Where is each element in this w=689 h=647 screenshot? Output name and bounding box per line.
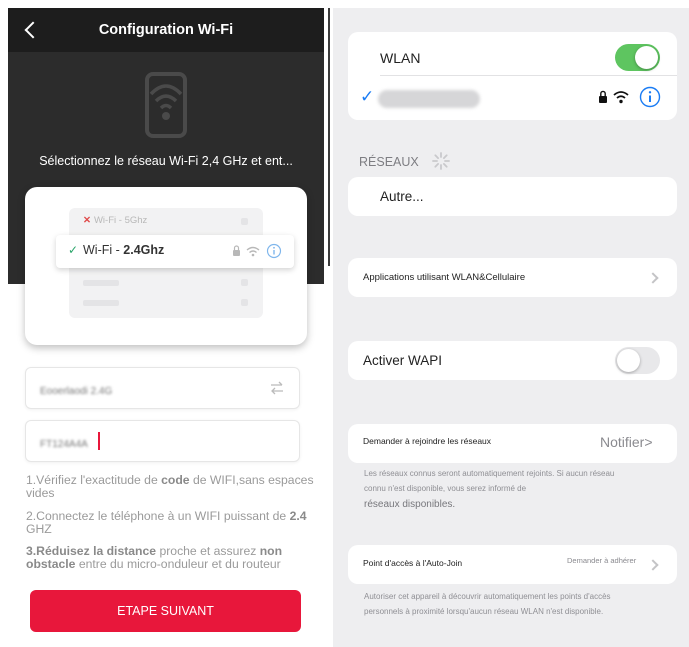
- instruction-3: 3.Réduisez la distance proche et assurez…: [26, 545, 316, 571]
- chevron-right-icon: [647, 559, 659, 571]
- ask-join-label: Demander à rejoindre les réseaux: [363, 436, 492, 446]
- wifi-config-screen: Configuration Wi-Fi Sélectionnez le rése…: [8, 8, 324, 640]
- lock-icon: [599, 90, 607, 103]
- ssid-value-text: Eooerlaodi 2.4G: [40, 386, 113, 397]
- ssid-value: Eooerlaodi 2.4G: [40, 381, 124, 397]
- ask-join-row[interactable]: Demander à rejoindre les réseaux Notifie…: [348, 424, 677, 463]
- instruction-1-bold: code: [161, 473, 190, 487]
- wifi-5ghz-label: Wi-Fi - 5Ghz: [93, 215, 148, 226]
- instruction-2-num: 2.: [26, 509, 37, 523]
- text-cursor: [98, 432, 100, 450]
- autojoin-label: Point d'accès à l'Auto-Join: [363, 558, 463, 568]
- wifi-5ghz-row: ✕ Wi-Fi - 5Ghz: [83, 215, 147, 226]
- placeholder-line: [83, 300, 119, 306]
- ask-join-note-line-1: Les réseaux connus seront automatiquemen…: [364, 469, 615, 478]
- swap-icon[interactable]: [269, 380, 285, 396]
- check-icon: ✓: [68, 243, 79, 257]
- instruction-3-rest: entre du micro-onduleur et du routeur: [75, 557, 281, 571]
- other-label: Autre...: [380, 189, 424, 204]
- placeholder-icon: [241, 279, 248, 286]
- check-icon: ✓: [360, 87, 375, 106]
- instruction-subtitle: Sélectionnez le réseau Wi-Fi 2,4 GHz et …: [39, 154, 293, 168]
- network-status-icons: [233, 243, 282, 259]
- instruction-2-text: Connectez le téléphone à un WIFI puissan…: [36, 509, 290, 523]
- wlan-toggle[interactable]: [615, 44, 660, 71]
- instruction-3-text: proche et assurez: [156, 544, 260, 558]
- wapi-row: Activer WAPI: [348, 341, 677, 380]
- wifi-router-icon: [145, 72, 187, 138]
- autojoin-note-line-2: personnels à proximité lorsqu'aucun rése…: [364, 607, 604, 616]
- toggle-knob: [635, 46, 658, 69]
- networks-header-text: RÉSEAUX: [359, 155, 419, 169]
- apps-label: Applications utilisant WLAN&Cellulaire: [363, 272, 526, 283]
- connected-network-row[interactable]: ✓: [348, 77, 677, 117]
- wlan-group: WLAN ✓: [348, 32, 677, 120]
- ask-join-note-line-3: réseaux disponibles.: [364, 499, 456, 510]
- selected-prefix: Wi-Fi -: [83, 243, 124, 257]
- autojoin-value: Demander à adhérer: [567, 556, 637, 565]
- other-network-row[interactable]: Autre...: [348, 177, 677, 216]
- network-illustration-card: ✕ Wi-Fi - 5Ghz ✓ Wi-Fi - 2.4Ghz: [25, 187, 307, 345]
- network-name-blurred: [378, 90, 480, 108]
- info-icon: [266, 243, 282, 259]
- info-icon[interactable]: [639, 86, 661, 108]
- row-separator: [380, 75, 677, 76]
- selected-24ghz-row: ✓ Wi-Fi - 2.4Ghz: [56, 235, 294, 268]
- wapi-toggle[interactable]: [615, 347, 660, 374]
- selected-band: 2.4Ghz: [123, 243, 165, 257]
- autojoin-row[interactable]: Point d'accès à l'Auto-Join Demander à a…: [348, 545, 677, 584]
- network-status-icons: [599, 86, 661, 108]
- apps-using-wlan-row[interactable]: Applications utilisant WLAN&Cellulaire: [348, 258, 677, 297]
- password-value: FT124A4A: [40, 434, 96, 450]
- password-field[interactable]: FT124A4A: [25, 420, 300, 462]
- ssid-field[interactable]: Eooerlaodi 2.4G: [25, 367, 300, 409]
- ask-join-note-line-2: connu n'est disponible, vous serez infor…: [364, 484, 527, 493]
- placeholder-icon: [241, 299, 248, 306]
- instruction-2: 2.Connectez le téléphone à un WIFI puiss…: [26, 510, 316, 536]
- instruction-3-bold-1: Réduisez la distance: [36, 544, 157, 558]
- panel-divider: [328, 8, 330, 266]
- chevron-right-icon: [647, 272, 659, 284]
- instruction-2-bold: 2.4: [289, 509, 307, 523]
- screenshot-root: Configuration Wi-Fi Sélectionnez le rése…: [0, 0, 689, 647]
- placeholder-line: [83, 280, 119, 286]
- placeholder-icon: [241, 218, 248, 225]
- instruction-1-num: 1.: [26, 473, 37, 487]
- cross-icon: ✕: [83, 215, 91, 226]
- wlan-settings-screen: WLAN ✓ RÉSEAUX Autre... Applications uti…: [333, 8, 689, 647]
- networks-header: RÉSEAUX: [359, 155, 419, 169]
- page-title: Configuration Wi-Fi: [98, 22, 234, 38]
- wifi-icon: [613, 91, 629, 104]
- loading-spinner-icon: [432, 152, 450, 170]
- selected-network-label: Wi-Fi - 2.4Ghz: [83, 243, 164, 257]
- autojoin-note-line-1: Autoriser cet appareil à découvrir autom…: [364, 592, 611, 601]
- password-value-text: FT124A4A: [40, 439, 88, 450]
- instruction-1-text: Vérifiez l'exactitude de: [36, 473, 162, 487]
- instruction-3-num: 3.: [26, 544, 37, 558]
- next-step-button[interactable]: ETAPE SUIVANT: [30, 590, 301, 632]
- wapi-label: Activer WAPI: [363, 353, 443, 368]
- lock-icon: [233, 245, 240, 256]
- toggle-knob: [617, 349, 640, 372]
- instruction-1: 1.Vérifiez l'exactitude de code de WIFI,…: [26, 474, 316, 500]
- instruction-2-rest: GHZ: [26, 522, 52, 536]
- wifi-icon: [246, 246, 260, 257]
- ask-join-value: Notifier>: [600, 434, 653, 450]
- wlan-label: WLAN: [380, 50, 421, 66]
